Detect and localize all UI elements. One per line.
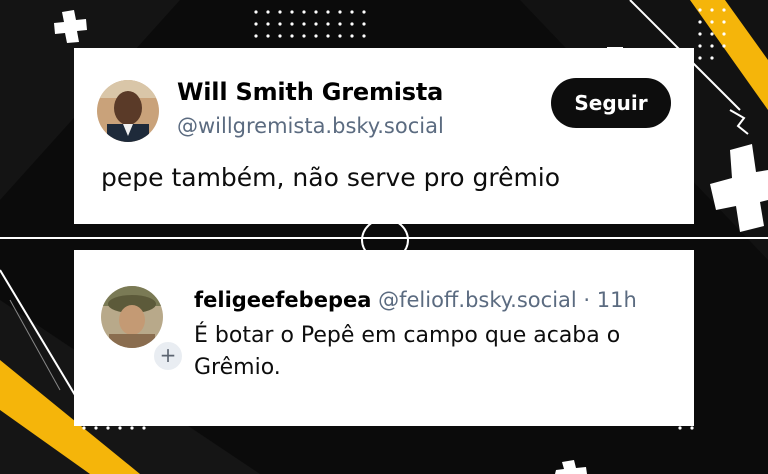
reply-display-name[interactable]: feligeefebepea	[194, 288, 371, 312]
avatar[interactable]	[97, 80, 159, 142]
reply-text: É botar o Pepê em campo que acaba o Grêm…	[194, 323, 621, 380]
reply-header: feligeefebepea @felioff.bsky.social · 11…	[194, 288, 637, 312]
avatar-image	[101, 286, 163, 348]
avatar[interactable]	[101, 286, 163, 348]
display-name[interactable]: Will Smith Gremista	[177, 78, 443, 106]
separator-dot: ·	[583, 288, 591, 312]
reply-timestamp[interactable]: 11h	[597, 288, 637, 312]
post-text: pepe também, não serve pro grêmio	[101, 163, 561, 192]
user-handle[interactable]: @willgremista.bsky.social	[177, 114, 444, 138]
post-card: Will Smith Gremista @willgremista.bsky.s…	[74, 48, 694, 224]
plus-icon[interactable]: +	[152, 340, 184, 372]
reply-handle[interactable]: @felioff.bsky.social	[378, 288, 577, 312]
avatar-image	[97, 80, 159, 142]
follow-button[interactable]: Seguir	[551, 78, 671, 128]
reply-card: feligeefebepea @felioff.bsky.social · 11…	[74, 250, 694, 426]
